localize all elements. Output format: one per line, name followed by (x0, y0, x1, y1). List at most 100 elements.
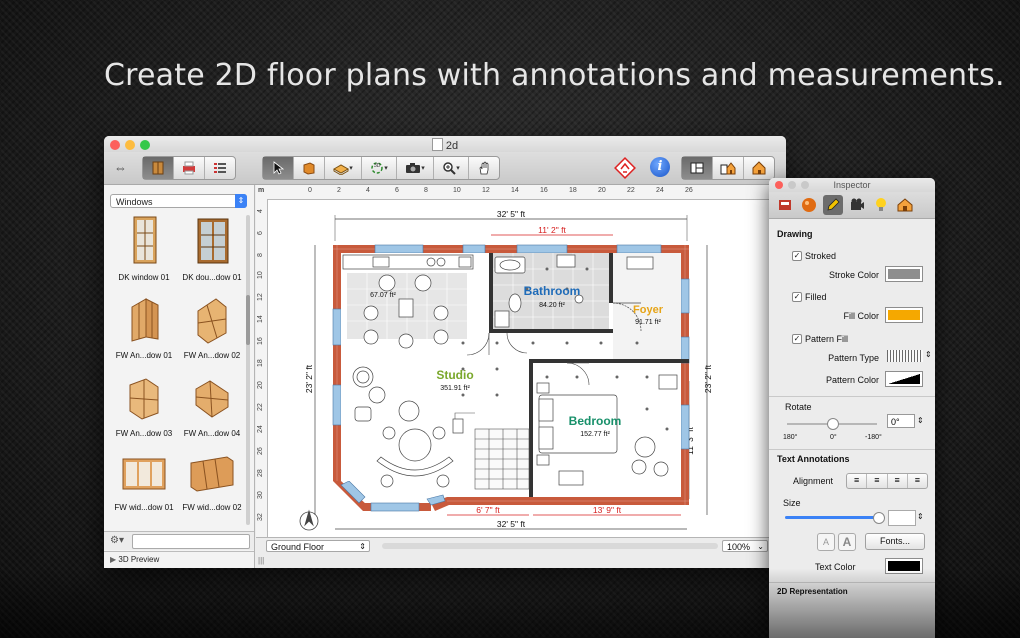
library-item[interactable]: FW An...dow 01 (110, 293, 178, 360)
info-icon[interactable]: i (650, 157, 670, 177)
wall-icon[interactable] (294, 157, 325, 179)
zoom-icon[interactable]: ▾ (434, 157, 469, 179)
zoom-button[interactable] (801, 181, 809, 189)
drawing-section-header: Drawing (777, 229, 813, 239)
library-item[interactable]: DK window 01 (110, 215, 178, 282)
camera-icon[interactable]: ▾ (397, 157, 434, 179)
pencil-icon[interactable] (823, 195, 843, 215)
select-arrows-icon: ⇕ (359, 542, 366, 551)
size-label: Size (783, 498, 801, 508)
ruler-tick-label: 20 (257, 381, 264, 389)
ruler-tick-label: 16 (257, 337, 264, 345)
layout-3d-icon[interactable] (744, 157, 774, 179)
printer-icon[interactable] (174, 157, 205, 179)
ruler-unit: m (258, 187, 265, 194)
library-item[interactable]: DK dou...dow 01 (178, 215, 246, 282)
rotate-slider-knob[interactable] (827, 418, 839, 430)
pointer-icon[interactable] (263, 157, 294, 179)
text-color-swatch (888, 561, 920, 571)
camera-icon[interactable] (847, 195, 867, 215)
inspector-title-bar[interactable]: Inspector (769, 178, 935, 192)
close-button[interactable] (775, 181, 783, 189)
pattern-color-well[interactable] (885, 371, 923, 387)
size-slider-knob[interactable] (873, 512, 885, 524)
gear-icon[interactable]: ⚙▾ (110, 535, 124, 546)
ruler-tick-label: 20 (598, 187, 606, 194)
category-select[interactable]: Windows ⇕ (110, 194, 247, 208)
library-sidebar: Windows ⇕ DK window 01 DK dou...dow 01 FW… (104, 185, 255, 568)
pattern-fill-checkbox[interactable]: ✓ (792, 334, 802, 344)
window-thumbnail-icon (190, 456, 234, 492)
dimension-bottom-right: 13' 9" ft (593, 505, 622, 515)
align-left-icon[interactable]: ≡ (847, 474, 868, 488)
stepper-icon[interactable]: ⇕ (917, 416, 924, 425)
stroke-color-well[interactable] (885, 266, 923, 282)
dimension-left: 23' 2" ft (304, 364, 314, 393)
studio-area-label: 351.91 ft² (440, 385, 470, 392)
warning-icon[interactable] (614, 157, 636, 184)
light-bulb-icon[interactable] (871, 195, 891, 215)
floor-select[interactable]: Ground Floor ⇕ (266, 540, 370, 552)
zoom-select[interactable]: 100% ⌄ (722, 540, 768, 552)
sidebar-scrollbar[interactable] (246, 215, 250, 525)
library-item[interactable]: FW An...dow 04 (178, 371, 246, 438)
fonts-button[interactable]: Fonts... (865, 533, 925, 550)
material-sphere-icon[interactable] (799, 195, 819, 215)
ruler-tick-label: 2 (337, 187, 341, 194)
pattern-type-select[interactable] (887, 350, 923, 362)
library-item-label: FW An...dow 01 (115, 351, 173, 360)
layout-2d-icon[interactable] (682, 157, 713, 179)
size-slider[interactable] (785, 516, 877, 519)
hand-icon[interactable] (469, 157, 499, 179)
ruler-tick-label: 10 (257, 271, 264, 279)
rotate-value: 0° (891, 417, 900, 427)
rotate-input[interactable]: 0° (887, 414, 915, 428)
furniture-icon[interactable] (775, 195, 795, 215)
ruler-tick-label: 28 (257, 469, 264, 477)
align-center-icon[interactable]: ≡ (867, 474, 888, 488)
alignment-segmented-control[interactable]: ≡ ≡ ≡ ≡ (846, 473, 928, 489)
title-bar[interactable]: 2d (104, 136, 786, 152)
library-item[interactable]: FW wid...dow 02 (178, 449, 246, 512)
library-item[interactable]: FW An...dow 03 (110, 371, 178, 438)
preview-disclosure[interactable]: ▶ 3D Preview (104, 551, 254, 568)
align-right-icon[interactable]: ≡ (888, 474, 908, 488)
size-input[interactable] (888, 510, 916, 526)
fill-color-well[interactable] (885, 307, 923, 323)
library-toolbar-group (142, 156, 236, 180)
font-smaller-button[interactable]: A (817, 533, 835, 551)
rotate-icon[interactable]: 3D ▾ (362, 157, 397, 179)
stepper-icon[interactable]: ⇕ (917, 512, 924, 521)
horizontal-ruler: m 0 2 4 6 8 10 12 14 16 18 20 22 24 26 (256, 185, 786, 200)
house-icon[interactable] (895, 195, 915, 215)
layout-split-icon[interactable] (713, 157, 744, 179)
library-search-input[interactable] (132, 534, 250, 549)
horizontal-scrollbar[interactable] (382, 543, 718, 549)
studio-name-label: Studio (436, 368, 473, 382)
stroked-checkbox[interactable]: ✓ (792, 251, 802, 261)
view-toolbar-group (681, 156, 775, 180)
list-icon[interactable] (205, 157, 235, 179)
ruler-tick-label: 18 (569, 187, 577, 194)
align-justify-icon[interactable]: ≡ (908, 474, 927, 488)
floor-plan[interactable]: 32' 5" ft 11' 2" ft 23' 2" ft 23' 2" ft … (267, 199, 786, 537)
resize-arrows-icon[interactable]: ⇔ (114, 160, 127, 175)
filled-checkbox[interactable]: ✓ (792, 292, 802, 302)
floor-icon[interactable]: ▾ (325, 157, 362, 179)
pattern-color-label: Pattern Color (825, 375, 879, 385)
window-thumbnail-icon (129, 378, 159, 420)
pattern-color-swatch (888, 374, 920, 384)
ruler-tick-label: 4 (366, 187, 370, 194)
sidebar-scroll-thumb[interactable] (246, 295, 250, 345)
bedroom-name-label: Bedroom (569, 414, 622, 428)
resize-grip-icon[interactable]: ||| (258, 556, 264, 565)
minimize-button[interactable] (788, 181, 796, 189)
zoom-select-value: 100% (727, 542, 751, 552)
ruler-tick-label: 24 (656, 187, 664, 194)
library-item[interactable]: FW wid...dow 01 (110, 449, 178, 512)
text-color-label: Text Color (815, 562, 856, 572)
text-color-well[interactable] (885, 558, 923, 574)
window-icon[interactable] (143, 157, 174, 179)
font-larger-button[interactable]: A (838, 533, 856, 551)
library-item[interactable]: FW An...dow 02 (178, 293, 246, 360)
